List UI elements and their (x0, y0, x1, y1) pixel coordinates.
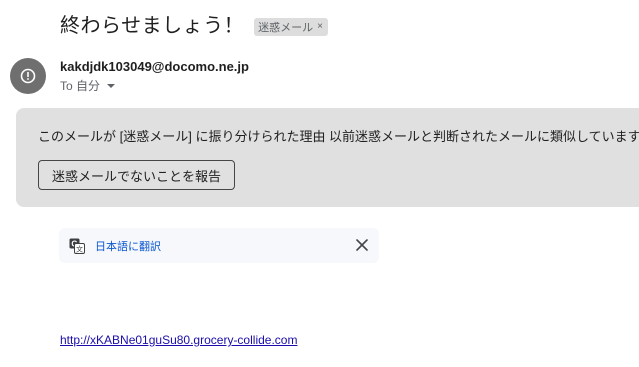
spam-warning-banner: このメールが [迷惑メール] に振り分けられた理由 以前迷惑メールと判断されたメ… (16, 108, 639, 207)
svg-text:文: 文 (76, 245, 83, 254)
spam-label-chip[interactable]: 迷惑メール × (254, 18, 328, 36)
report-not-spam-button[interactable]: 迷惑メールでないことを報告 (38, 160, 236, 190)
chevron-down-icon (107, 84, 116, 88)
email-subject-row: 終わらせましょう！ 迷惑メール × (60, 12, 328, 40)
translate-to-japanese-link[interactable]: 日本語に翻訳 (95, 238, 161, 254)
translate-bar: G 文 日本語に翻訳 (59, 228, 379, 263)
translate-icon: G 文 (69, 238, 85, 254)
email-body-link[interactable]: http://xKABNe01guSu80.grocery-collide.co… (60, 333, 297, 347)
spam-label-text: 迷惑メール (258, 22, 314, 34)
sender-avatar[interactable] (10, 58, 46, 94)
remove-label-icon[interactable]: × (317, 22, 323, 32)
sender-email[interactable]: kakdjdk103049@docomo.ne.jp (60, 59, 249, 74)
spam-warning-message: このメールが [迷惑メール] に振り分けられた理由 以前迷惑メールと判断されたメ… (38, 129, 639, 144)
close-icon[interactable] (355, 238, 369, 252)
recipient-label: To 自分 (60, 79, 101, 93)
warning-icon (20, 68, 36, 84)
recipient-details-toggle[interactable]: To 自分 (60, 77, 116, 94)
email-subject: 終わらせましょう！ (60, 15, 245, 37)
